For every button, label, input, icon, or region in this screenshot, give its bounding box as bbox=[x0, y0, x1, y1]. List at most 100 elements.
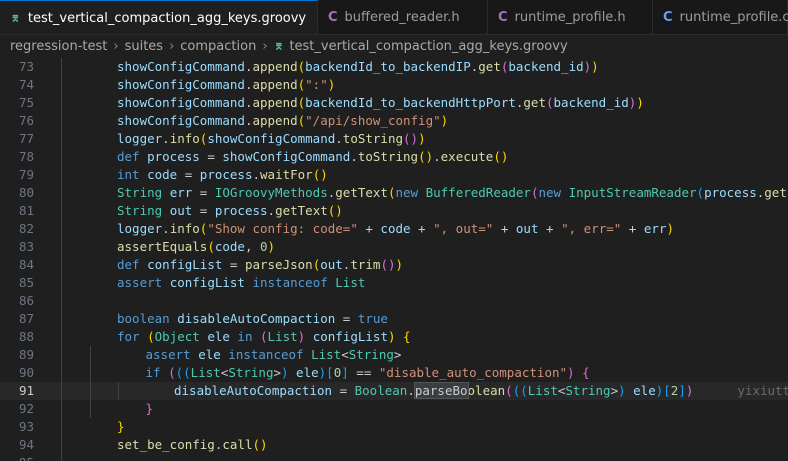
line-number: 92 bbox=[18, 401, 34, 416]
code-line[interactable]: 82 logger.info("Show config: code=" + cod… bbox=[0, 220, 788, 238]
code-token: ", out=" bbox=[433, 221, 494, 236]
code-token: () bbox=[418, 149, 434, 164]
code-token: List bbox=[311, 347, 342, 362]
tab-0[interactable]: ⌆ test_vertical_compaction_agg_keys.groov… bbox=[0, 0, 327, 34]
code-text: } bbox=[146, 400, 154, 418]
code-token: . bbox=[407, 383, 415, 398]
code-token: configList bbox=[305, 329, 388, 344]
code-line[interactable]: 87 boolean disableAutoCompaction = true bbox=[0, 310, 788, 328]
code-token: assertEquals bbox=[117, 239, 208, 254]
code-token: ( bbox=[505, 383, 513, 398]
code-line[interactable]: 92} bbox=[0, 400, 788, 418]
code-line[interactable]: 91 disableAutoCompaction = Boolean.parseB… bbox=[0, 382, 788, 400]
code-token: err bbox=[169, 185, 193, 200]
code-text: boolean disableAutoCompaction = true bbox=[117, 310, 388, 328]
code-line[interactable]: 90 if (((List<String>) ele)[0] == "disabl… bbox=[0, 364, 788, 382]
code-token: append bbox=[252, 113, 298, 128]
line-number: 82 bbox=[18, 221, 34, 236]
code-token: out bbox=[169, 203, 193, 218]
code-line[interactable]: 79 int code = process.waitFor() bbox=[0, 166, 788, 184]
line-number: 84 bbox=[18, 257, 34, 272]
code-text: def process = showConfigCommand.toString… bbox=[117, 148, 508, 166]
code-token: configList bbox=[169, 275, 253, 290]
code-token: . bbox=[350, 149, 358, 164]
code-token: String bbox=[565, 383, 611, 398]
code-token: logger bbox=[117, 221, 163, 236]
line-number: 73 bbox=[18, 59, 34, 74]
line-number: 95 bbox=[0, 454, 34, 461]
code-line[interactable]: 88 for (Object ele in (List) configList) … bbox=[0, 328, 788, 346]
code-line[interactable]: 80 String err = IOGroovyMethods.getText(n… bbox=[0, 184, 788, 202]
line-number: 90 bbox=[18, 365, 34, 380]
breadcrumb-item-suites[interactable]: suites bbox=[125, 39, 164, 54]
code-line[interactable]: 86 bbox=[0, 292, 788, 310]
breadcrumb-item-regression-test[interactable]: regression-test bbox=[10, 39, 107, 54]
code-token: ( bbox=[260, 329, 268, 344]
code-token: [ bbox=[663, 383, 671, 398]
code-text: assertEquals(code, 0) bbox=[117, 238, 275, 256]
code-token: > bbox=[393, 347, 402, 362]
code-line[interactable]: 75 showConfigCommand.append(backendId_to_… bbox=[0, 94, 788, 112]
tab-1[interactable]: Cbuffered_reader.h bbox=[318, 0, 488, 34]
code-token: String bbox=[348, 347, 394, 362]
code-editor[interactable]: 73 showConfigCommand.append(backendId_to_… bbox=[0, 58, 788, 461]
code-token: code bbox=[380, 221, 411, 236]
breadcrumb-item-file[interactable]: test_vertical_compaction_agg_keys.groovy bbox=[289, 39, 567, 54]
code-token: + bbox=[357, 221, 381, 236]
code-token: { bbox=[582, 365, 590, 380]
code-token: backend_id bbox=[508, 59, 584, 74]
selection-highlight: parseBo bbox=[413, 382, 469, 399]
code-line[interactable]: 83 assertEquals(code, 0) bbox=[0, 238, 788, 256]
code-token: get bbox=[478, 59, 501, 74]
breadcrumb: regression-test › suites › compaction › … bbox=[0, 35, 788, 57]
code-token: (( bbox=[175, 365, 191, 380]
line-number: 81 bbox=[18, 203, 34, 218]
code-token: ", err=" bbox=[561, 221, 622, 236]
code-line[interactable]: 81 String out = process.getText() bbox=[0, 202, 788, 220]
code-line[interactable]: 94 set_be_config.call() bbox=[0, 436, 788, 454]
code-token: = bbox=[192, 203, 215, 218]
code-token: def bbox=[117, 149, 148, 164]
code-token: if bbox=[145, 365, 169, 380]
c-icon: C bbox=[498, 10, 508, 25]
indent-guide bbox=[61, 112, 62, 130]
indent-guide bbox=[61, 454, 62, 461]
indent-guide bbox=[89, 364, 91, 382]
code-token: == bbox=[348, 365, 379, 380]
code-line[interactable]: 73 showConfigCommand.append(backendId_to_… bbox=[0, 58, 788, 76]
code-token: out bbox=[320, 257, 343, 272]
code-token: boolean bbox=[117, 311, 178, 326]
tab-3[interactable]: Cruntime_profile.c bbox=[653, 0, 788, 34]
line-number: 80 bbox=[18, 185, 34, 200]
code-token: err bbox=[643, 221, 667, 236]
tab-2[interactable]: Cruntime_profile.h bbox=[488, 0, 653, 34]
code-line[interactable]: 76 showConfigCommand.append("/api/show_co… bbox=[0, 112, 788, 130]
code-line[interactable]: 93} bbox=[0, 418, 788, 436]
code-line[interactable]: 85 assert configList instanceof List bbox=[0, 274, 788, 292]
code-token: = bbox=[199, 149, 223, 164]
code-line[interactable]: 74 showConfigCommand.append(":") bbox=[0, 76, 788, 94]
code-token: = bbox=[177, 167, 200, 182]
code-token: olean bbox=[467, 383, 506, 398]
code-token: backend_id bbox=[553, 95, 629, 110]
code-token: ( bbox=[147, 329, 155, 344]
code-token: , bbox=[244, 239, 261, 254]
code-line[interactable]: 84 def configList = parseJson(out.trim()) bbox=[0, 256, 788, 274]
breadcrumb-item-compaction[interactable]: compaction bbox=[180, 39, 256, 54]
code-token: showConfigCommand bbox=[117, 95, 245, 110]
code-line[interactable]: 77 logger.info(showConfigCommand.toString… bbox=[0, 130, 788, 148]
code-text: String err = IOGroovyMethods.getText(new… bbox=[117, 184, 788, 202]
code-token: } bbox=[145, 401, 154, 416]
code-token: () bbox=[380, 257, 396, 272]
code-token: ( bbox=[168, 365, 176, 380]
indent-guide bbox=[61, 94, 62, 112]
code-token: ) bbox=[440, 113, 449, 128]
code-token: ) bbox=[395, 257, 404, 272]
tab-label: runtime_profile.c bbox=[679, 10, 788, 25]
tab-label: buffered_reader.h bbox=[344, 10, 460, 25]
code-line[interactable]: 95 bbox=[0, 454, 788, 461]
code-line[interactable]: 78 def process = showConfigCommand.toStri… bbox=[0, 148, 788, 166]
code-text: assert ele instanceof List<String> bbox=[146, 346, 402, 364]
code-line[interactable]: 89 assert ele instanceof List<String> bbox=[0, 346, 788, 364]
tab-label: test_vertical_compaction_agg_keys.groovy bbox=[27, 10, 307, 26]
